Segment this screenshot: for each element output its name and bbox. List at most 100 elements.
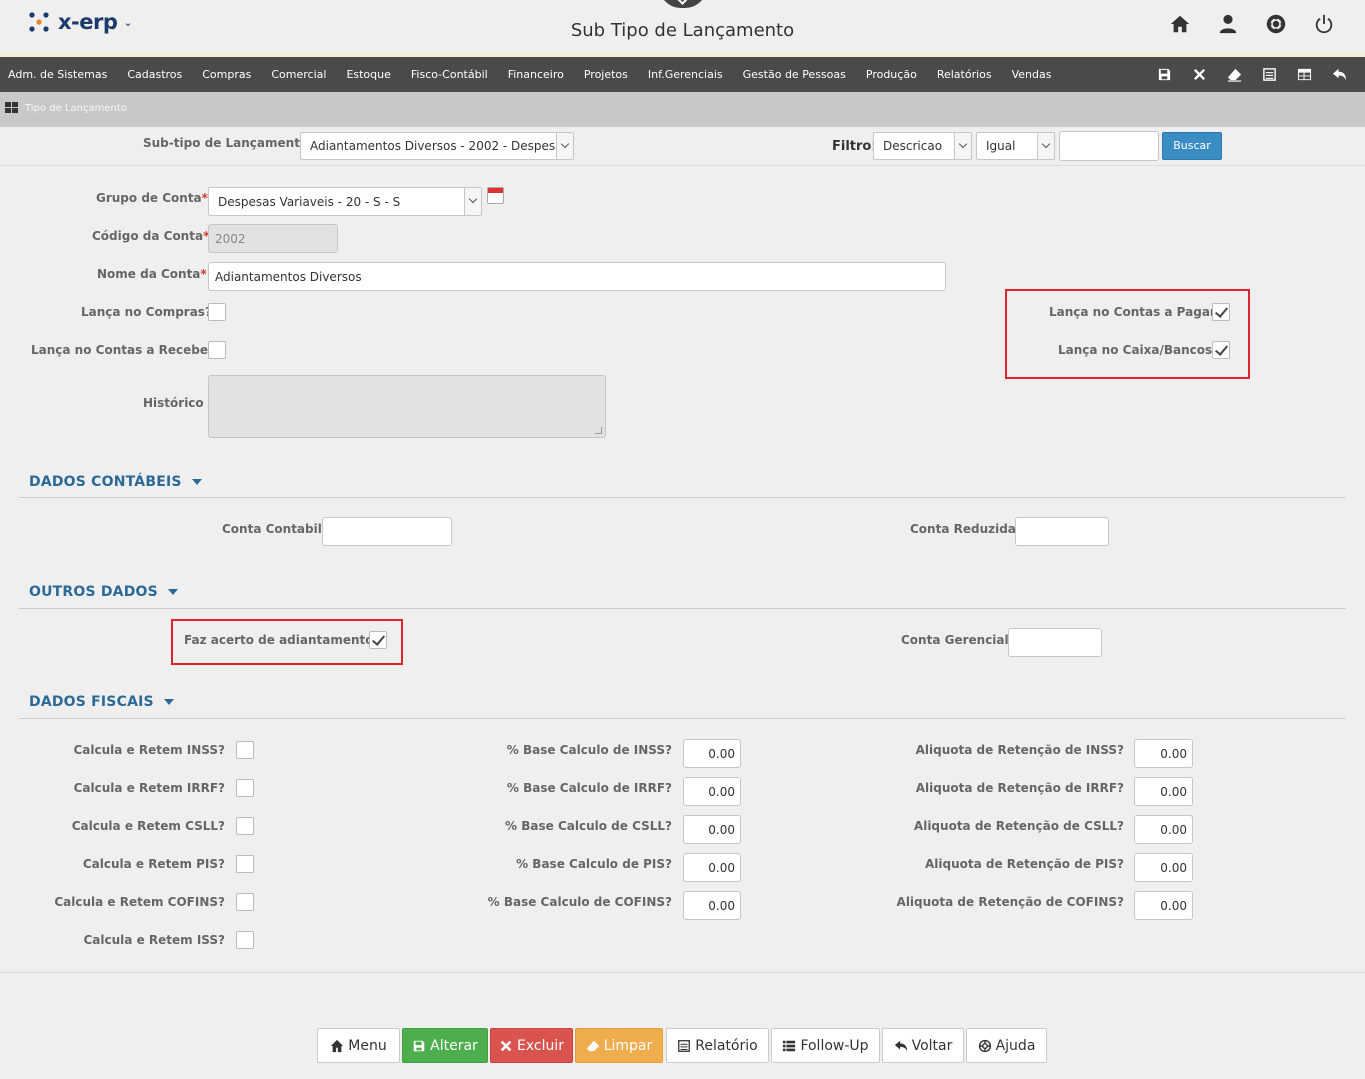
aliquota-irrf-label: Aliquota de Retenção de IRRF?: [915, 781, 1124, 795]
caret-down-icon: [167, 589, 178, 595]
relatorio-button-label: Relatório: [695, 1037, 758, 1054]
lanca-compras-checkbox[interactable]: [208, 303, 226, 321]
back-icon[interactable]: [1322, 57, 1357, 92]
section-dados-contabeis[interactable]: DADOS CONTÁBEIS: [29, 474, 202, 490]
base-irrf-label: % Base Calculo de IRRF?: [506, 781, 672, 795]
aliquota-cofins-input[interactable]: 0.00: [1134, 891, 1193, 920]
nav-item-inf-gerenciais[interactable]: Inf.Gerenciais: [648, 68, 723, 81]
lanca-pagar-checkbox[interactable]: [1212, 303, 1230, 321]
calcula-pis-checkbox[interactable]: [236, 855, 254, 873]
lanca-caixa-checkbox[interactable]: [1212, 341, 1230, 359]
back-icon: [894, 1040, 907, 1051]
alterar-button-label: Alterar: [430, 1037, 478, 1054]
conta-reduzida-input[interactable]: [1015, 517, 1109, 546]
chevron-down-icon: [556, 133, 573, 159]
ajuda-button[interactable]: Ajuda: [966, 1028, 1047, 1063]
nav-item-relatorios[interactable]: Relatórios: [937, 68, 992, 81]
table-icon[interactable]: [1287, 57, 1322, 92]
calcula-cofins-label: Calcula e Retem COFINS?: [54, 895, 225, 909]
codigo-conta-input[interactable]: 2002: [208, 224, 338, 253]
page-title: Sub Tipo de Lançamento: [570, 20, 795, 41]
caret-down-icon: [191, 479, 202, 485]
calcula-iss-label: Calcula e Retem ISS?: [83, 933, 226, 947]
section-divider: [19, 497, 1346, 498]
nav-item-adm[interactable]: Adm. de Sistemas: [8, 68, 107, 81]
historico-textarea[interactable]: [208, 375, 606, 438]
section-outros-dados[interactable]: OUTROS DADOS: [29, 584, 178, 600]
section-dados-fiscais-title: DADOS FISCAIS: [29, 694, 154, 710]
aliquota-cofins-label: Aliquota de Retenção de COFINS?: [896, 895, 1124, 909]
lanca-receber-checkbox[interactable]: [208, 341, 226, 359]
section-dados-fiscais[interactable]: DADOS FISCAIS: [29, 694, 174, 710]
eraser-icon[interactable]: [1217, 57, 1252, 92]
base-irrf-input[interactable]: 0.00: [683, 777, 741, 806]
report-icon[interactable]: [1252, 57, 1287, 92]
aliquota-pis-input[interactable]: 0.00: [1134, 853, 1193, 882]
alterar-button[interactable]: Alterar: [402, 1028, 488, 1063]
filter-search-input[interactable]: [1059, 131, 1159, 161]
base-pis-input[interactable]: 0.00: [683, 853, 741, 882]
power-icon[interactable]: [1311, 12, 1337, 36]
limpar-button[interactable]: Limpar: [575, 1028, 663, 1063]
calcula-csll-checkbox[interactable]: [236, 817, 254, 835]
grupo-conta-select[interactable]: Despesas Variaveis - 20 - S - S: [208, 187, 482, 216]
followup-button[interactable]: Follow-Up: [771, 1028, 880, 1063]
save-icon[interactable]: [1147, 57, 1182, 92]
nav-item-vendas[interactable]: Vendas: [1012, 68, 1052, 81]
historico-label: Histórico: [143, 396, 204, 410]
calcula-csll-label: Calcula e Retem CSLL?: [71, 819, 225, 833]
nav-item-comercial[interactable]: Comercial: [271, 68, 326, 81]
base-cofins-label: % Base Calculo de COFINS?: [487, 895, 672, 909]
calcula-inss-checkbox[interactable]: [236, 741, 254, 759]
conta-contabil-input[interactable]: [322, 517, 452, 546]
base-inss-label: % Base Calculo de INSS?: [506, 743, 672, 757]
calendar-icon[interactable]: [487, 187, 504, 204]
base-cofins-input[interactable]: 0.00: [683, 891, 741, 920]
close-icon[interactable]: [1182, 57, 1217, 92]
buscar-button[interactable]: Buscar: [1162, 132, 1222, 160]
calcula-irrf-label: Calcula e Retem IRRF?: [73, 781, 225, 795]
conta-reduzida-label: Conta Reduzida: [910, 522, 1016, 536]
aliquota-inss-input[interactable]: 0.00: [1134, 739, 1193, 768]
calcula-pis-label: Calcula e Retem PIS?: [82, 857, 225, 871]
calcula-cofins-checkbox[interactable]: [236, 893, 254, 911]
filter-field-select[interactable]: Descricao: [873, 132, 972, 160]
nome-conta-label-text: Nome da Conta: [97, 267, 201, 281]
nav-item-projetos[interactable]: Projetos: [584, 68, 628, 81]
nav-item-producao[interactable]: Produção: [866, 68, 917, 81]
nav-item-compras[interactable]: Compras: [202, 68, 251, 81]
chevron-down-icon: [464, 188, 481, 215]
base-inss-input[interactable]: 0.00: [683, 739, 741, 768]
nav-item-cadastros[interactable]: Cadastros: [127, 68, 182, 81]
calcula-irrf-checkbox[interactable]: [236, 779, 254, 797]
home-icon[interactable]: [1167, 12, 1193, 36]
voltar-button[interactable]: Voltar: [882, 1028, 964, 1063]
excluir-button[interactable]: Excluir: [490, 1028, 573, 1063]
grupo-conta-label-text: Grupo de Conta: [96, 191, 202, 205]
conta-contabil-label: Conta Contabil: [222, 522, 322, 536]
nav-item-fisco-contabil[interactable]: Fisco-Contábil: [411, 68, 488, 81]
base-csll-input[interactable]: 0.00: [683, 815, 741, 844]
caret-down-icon: [163, 699, 174, 705]
limpar-button-label: Limpar: [603, 1037, 653, 1054]
subtipo-select[interactable]: Adiantamentos Diversos - 2002 - Despesas…: [300, 132, 574, 160]
nav-item-gestao-pessoas[interactable]: Gestão de Pessoas: [743, 68, 846, 81]
breadcrumb: Tipo de Lançamento: [0, 92, 1365, 127]
user-icon[interactable]: [1215, 12, 1241, 36]
nome-conta-input[interactable]: Adiantamentos Diversos: [208, 262, 946, 291]
breadcrumb-text[interactable]: Tipo de Lançamento: [25, 103, 127, 114]
conta-gerencial-input[interactable]: [1008, 628, 1102, 657]
acerto-adiantamento-checkbox[interactable]: [369, 631, 387, 649]
lifebuoy-icon[interactable]: [1263, 12, 1289, 36]
nav-item-financeiro[interactable]: Financeiro: [508, 68, 564, 81]
codigo-conta-label: Código da Conta*: [92, 229, 209, 243]
filter-operator-select[interactable]: Igual: [976, 132, 1055, 160]
aliquota-csll-input[interactable]: 0.00: [1134, 815, 1193, 844]
collapse-header-icon[interactable]: [659, 0, 707, 8]
aliquota-csll-label: Aliquota de Retenção de CSLL?: [913, 819, 1124, 833]
calcula-iss-checkbox[interactable]: [236, 931, 254, 949]
nav-item-estoque[interactable]: Estoque: [346, 68, 390, 81]
menu-button[interactable]: Menu: [317, 1028, 400, 1063]
aliquota-irrf-input[interactable]: 0.00: [1134, 777, 1193, 806]
relatorio-button[interactable]: Relatório: [666, 1028, 769, 1063]
